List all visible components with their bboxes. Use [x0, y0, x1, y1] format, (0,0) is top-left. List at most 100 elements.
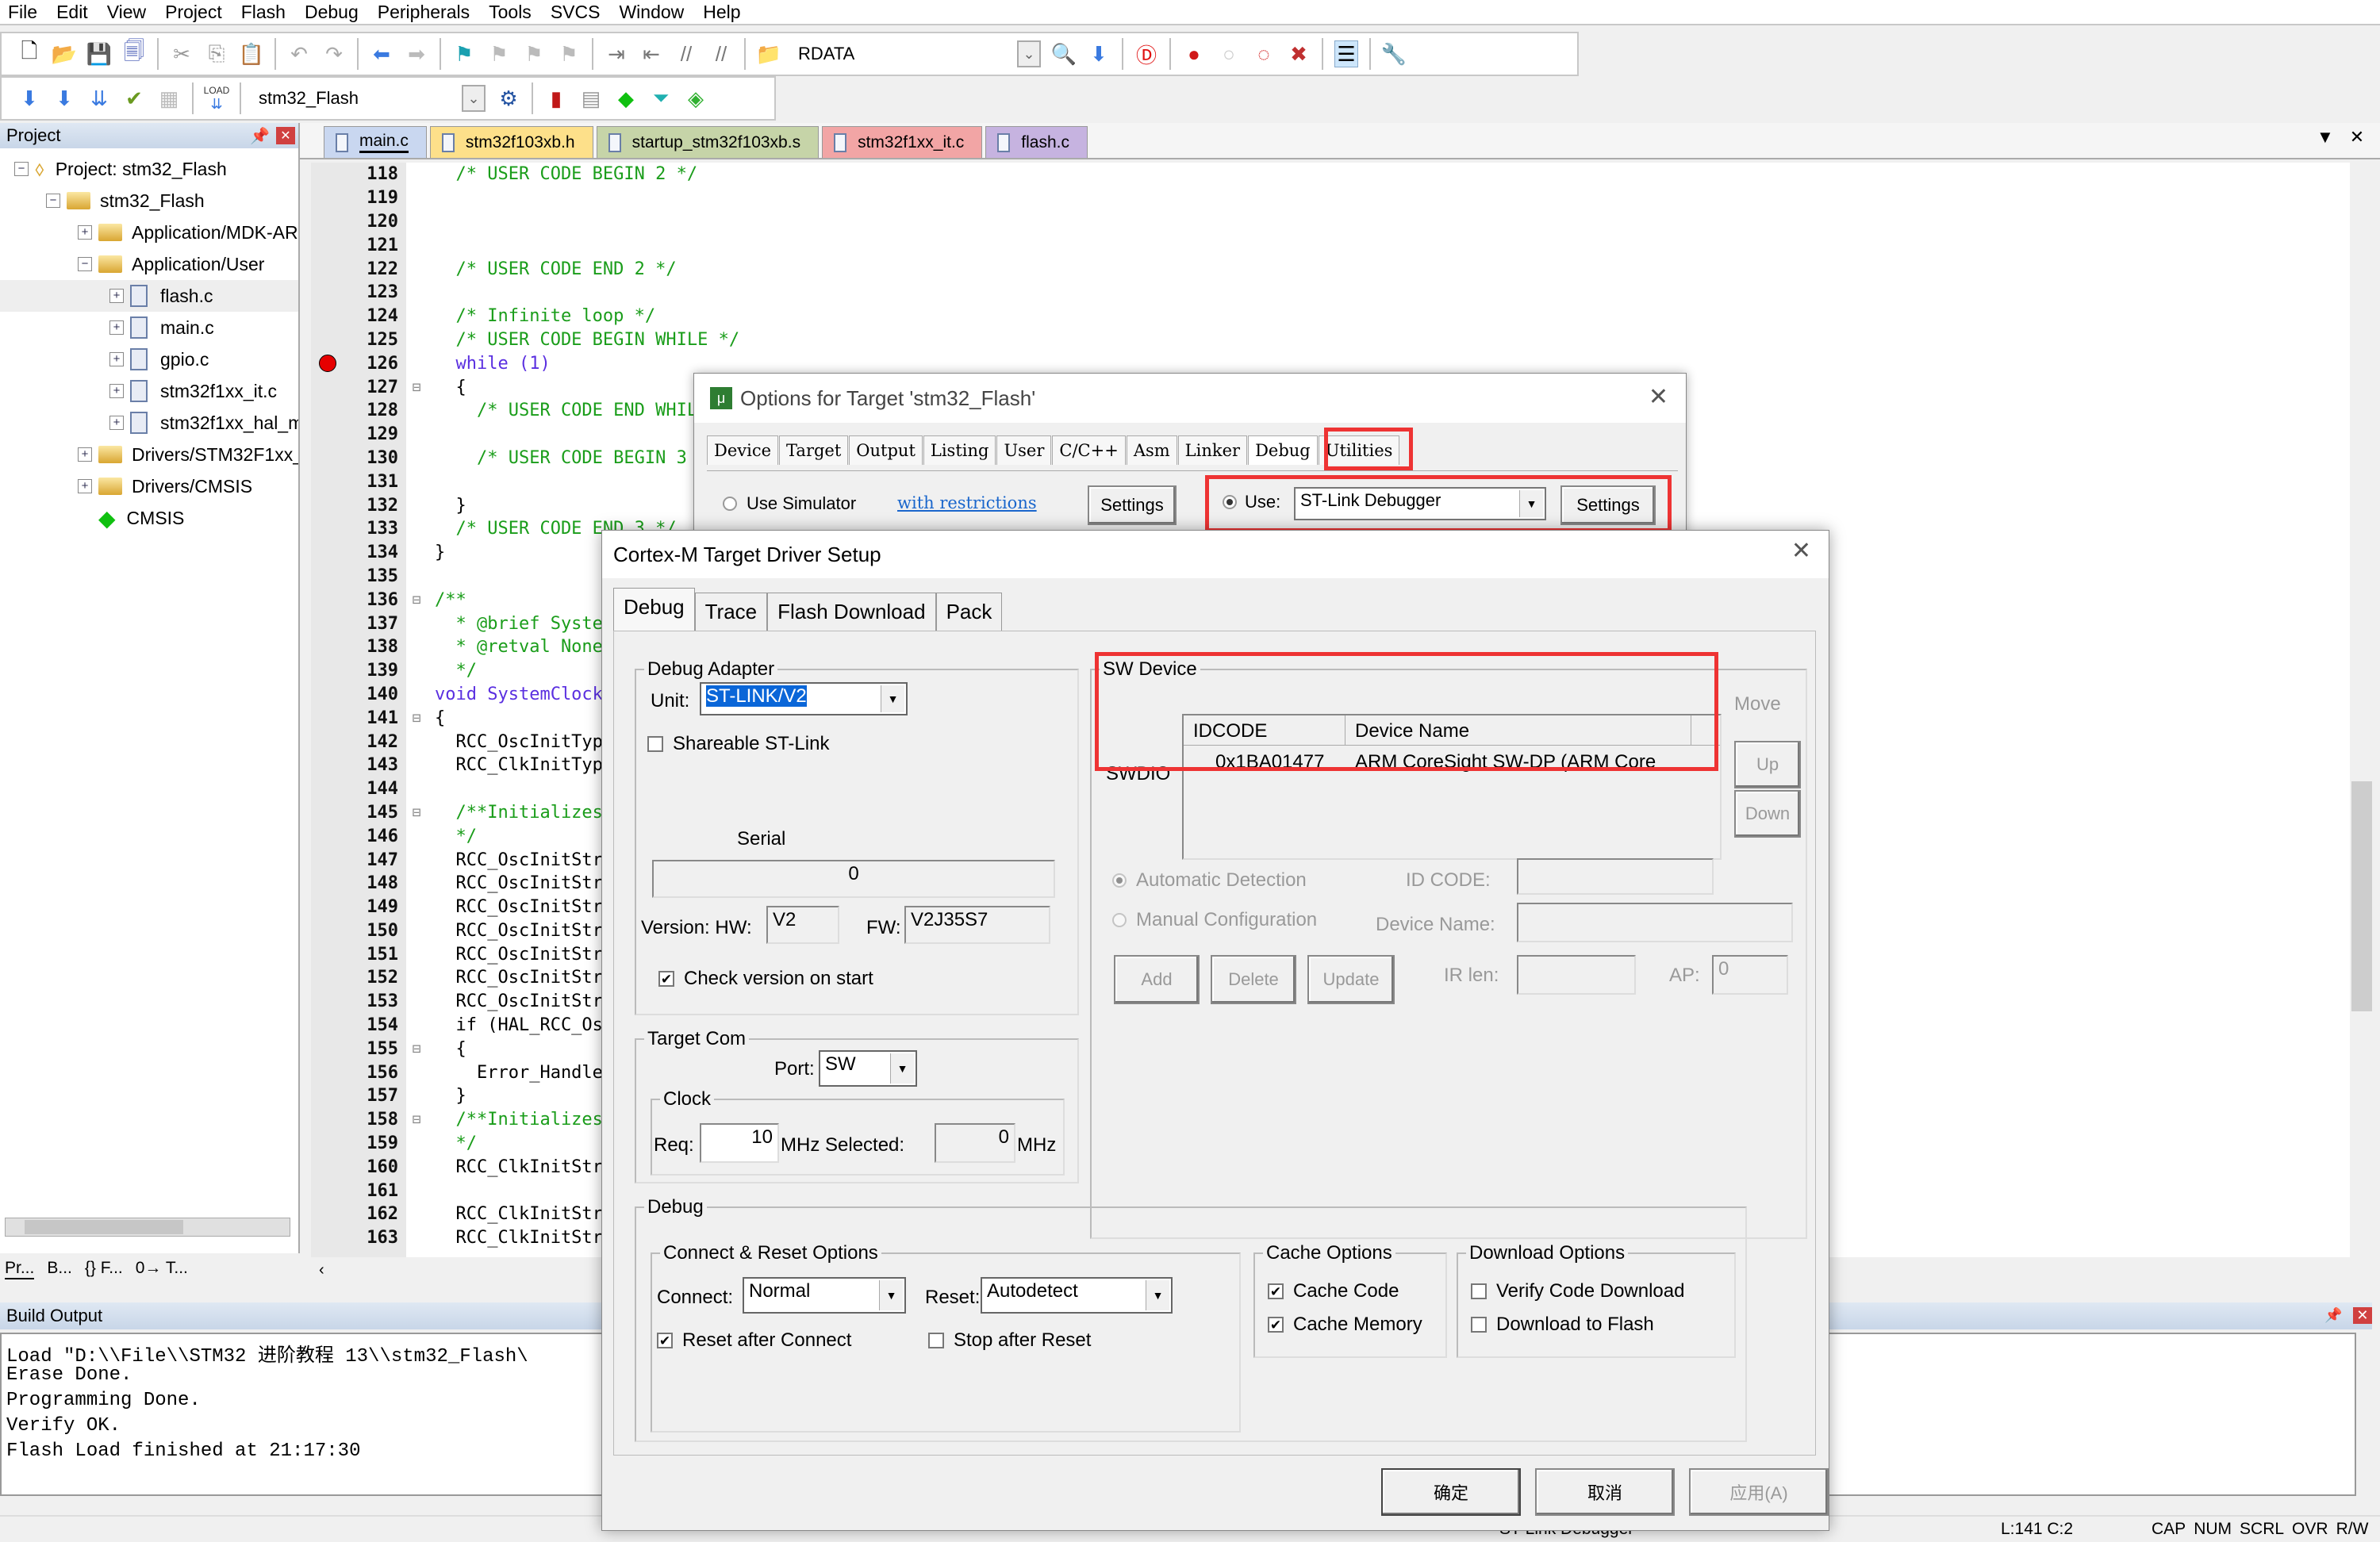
stop-after-reset-checkbox[interactable]: Stop after Reset	[928, 1329, 1091, 1352]
paste-icon[interactable]: 📋	[239, 40, 264, 67]
line-number-row[interactable]: 153	[311, 990, 406, 1014]
menu-file[interactable]: File	[0, 2, 48, 23]
driver-tab-flash-download[interactable]: Flash Download	[767, 593, 936, 631]
line-number-row[interactable]: 159	[311, 1132, 406, 1156]
editor-gutter[interactable]: 118 119 120 121 122 123 124 125 126 127 128 129 130 1…	[311, 163, 406, 1257]
forward-arrow-icon[interactable]: ➡	[405, 40, 428, 67]
panel-tab[interactable]: Pr...	[5, 1259, 35, 1279]
options-tab-target[interactable]: Target	[779, 435, 849, 465]
redo-icon[interactable]: ↷	[322, 40, 346, 67]
line-number-row[interactable]: 119	[311, 186, 406, 210]
line-number-row[interactable]: 161	[311, 1179, 406, 1203]
pack-installer-icon[interactable]: ◈	[684, 85, 708, 112]
manual-configuration-radio[interactable]: Manual Configuration	[1112, 909, 1317, 931]
build-icon[interactable]: ⬇	[52, 85, 76, 112]
options-tab-debug[interactable]: Debug	[1248, 435, 1318, 465]
delete-button[interactable]: Delete	[1211, 955, 1296, 1004]
expand-icon[interactable]: +	[78, 447, 92, 462]
line-number-row[interactable]: 141	[311, 706, 406, 730]
cancel-button[interactable]: 取消	[1535, 1468, 1675, 1516]
kill-all-breakpoints-icon[interactable]: ✖	[1287, 40, 1311, 67]
collapse-icon[interactable]: −	[14, 162, 29, 176]
comment-icon[interactable]: //	[674, 40, 698, 67]
connect-select[interactable]: Normal ▼	[743, 1277, 906, 1314]
line-number-row[interactable]: 123	[311, 281, 406, 305]
tree-item[interactable]: + gpio.c	[0, 343, 298, 375]
menu-flash[interactable]: Flash	[233, 2, 297, 23]
find-dropdown-arrow[interactable]: ⌄	[1017, 40, 1041, 67]
code-line[interactable]: while (1)	[406, 351, 2350, 375]
line-number-row[interactable]: 142	[311, 730, 406, 754]
driver-tab-debug[interactable]: Debug	[613, 588, 695, 631]
line-number-row[interactable]: 144	[311, 777, 406, 801]
close-editor-icon[interactable]: ✕	[2350, 127, 2364, 148]
fold-icon[interactable]: ⊟	[406, 379, 427, 396]
line-number-row[interactable]: 151	[311, 942, 406, 966]
options-tab-user[interactable]: User	[996, 435, 1052, 465]
line-number-row[interactable]: 157	[311, 1084, 406, 1108]
line-number-row[interactable]: 136	[311, 588, 406, 612]
menu-debug[interactable]: Debug	[297, 2, 370, 23]
update-button[interactable]: Update	[1307, 955, 1395, 1004]
panel-tab[interactable]: {} F...	[85, 1259, 123, 1279]
project-hscrollbar[interactable]	[5, 1218, 290, 1237]
next-bookmark-icon[interactable]: ⚑	[522, 40, 546, 67]
menu-project[interactable]: Project	[157, 2, 233, 23]
tree-item[interactable]: − ⬨ Project: stm32_Flash	[0, 153, 298, 185]
back-arrow-icon[interactable]: ⬅	[370, 40, 393, 67]
tree-item[interactable]: − stm32_Flash	[0, 185, 298, 217]
line-number-row[interactable]: 130	[311, 447, 406, 470]
tree-item[interactable]: + Drivers/STM32F1xx_HAL_Driver	[0, 439, 298, 470]
driver-tab-trace[interactable]: Trace	[694, 593, 768, 631]
close-panel-icon[interactable]: ✕	[276, 127, 295, 144]
tree-item[interactable]: + Drivers/CMSIS	[0, 470, 298, 502]
find-in-files-icon[interactable]: 📁	[756, 40, 781, 67]
options-for-target-icon[interactable]: ⚙	[497, 85, 520, 112]
line-number-row[interactable]: 155	[311, 1037, 406, 1061]
line-number-row[interactable]: 163	[311, 1226, 406, 1250]
verify-code-download-checkbox[interactable]: Verify Code Download	[1471, 1280, 1684, 1302]
expand-icon[interactable]: +	[78, 479, 92, 493]
menu-window[interactable]: Window	[611, 2, 695, 23]
code-line[interactable]	[406, 233, 2350, 257]
line-number-row[interactable]: 143	[311, 754, 406, 777]
simulator-settings-button[interactable]: Settings	[1088, 485, 1177, 525]
line-number-row[interactable]: 160	[311, 1155, 406, 1179]
open-folder-icon[interactable]: 📂	[52, 40, 77, 67]
line-number-row[interactable]: 138	[311, 635, 406, 659]
check-version-checkbox[interactable]: ✔ Check version on start	[658, 968, 873, 990]
line-number-row[interactable]: 122	[311, 257, 406, 281]
move-down-button[interactable]: Down	[1734, 790, 1801, 838]
line-number-row[interactable]: 134	[311, 541, 406, 565]
tree-item[interactable]: + Application/MDK-ARM	[0, 217, 298, 248]
editor-tab[interactable]: stm32f1xx_it.c	[822, 126, 983, 158]
line-number-row[interactable]: 124	[311, 305, 406, 328]
editor-tab[interactable]: main.c	[324, 126, 427, 158]
apply-button[interactable]: 应用(A)	[1689, 1468, 1829, 1516]
editor-tab[interactable]: stm32f103xb.h	[429, 126, 593, 158]
menu-view[interactable]: View	[99, 2, 157, 23]
ir-len-field[interactable]	[1517, 955, 1636, 995]
unindent-icon[interactable]: ⇤	[639, 40, 663, 67]
code-line[interactable]: /* USER CODE END 2 */	[406, 257, 2350, 281]
code-line[interactable]: /* Infinite loop */	[406, 305, 2350, 328]
download-to-flash-checkbox[interactable]: Download to Flash	[1471, 1314, 1654, 1336]
close-panel-icon[interactable]: ✕	[2353, 1307, 2372, 1324]
unit-select[interactable]: ST-LINK/V2 ▼	[700, 682, 908, 715]
clear-bookmarks-icon[interactable]: ⚑	[557, 40, 581, 67]
expand-icon[interactable]: +	[78, 225, 92, 240]
line-number-row[interactable]: 145	[311, 801, 406, 825]
expand-icon[interactable]: +	[109, 320, 124, 335]
req-clock-input[interactable]: 10	[700, 1123, 779, 1163]
filter-icon[interactable]: ⏷	[649, 85, 673, 112]
line-number-row[interactable]: 132	[311, 493, 406, 517]
with-restrictions-link[interactable]: with restrictions	[897, 493, 1037, 512]
tree-item[interactable]: + main.c	[0, 312, 298, 343]
debug-session-icon[interactable]: Ⓓ	[1134, 40, 1158, 67]
line-number-row[interactable]: 140	[311, 683, 406, 707]
line-number-row[interactable]: 154	[311, 1014, 406, 1038]
save-all-icon[interactable]: 🗐	[122, 39, 146, 67]
cache-memory-checkbox[interactable]: ✔ Cache Memory	[1268, 1314, 1422, 1336]
configure-icon[interactable]: 🔧	[1381, 40, 1407, 67]
close-icon[interactable]: ✕	[1791, 537, 1811, 565]
